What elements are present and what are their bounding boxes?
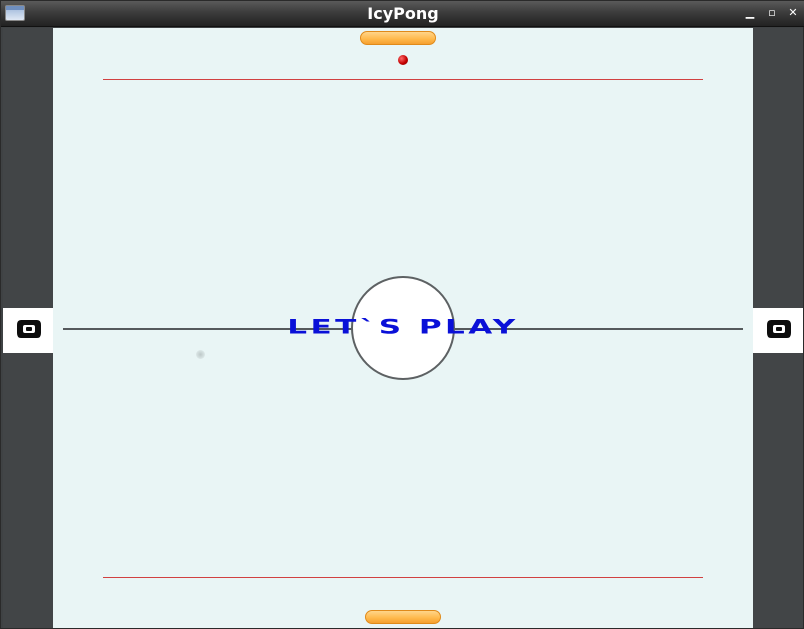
right-goal-box xyxy=(753,308,803,353)
goal-icon xyxy=(17,320,41,338)
opponent-paddle xyxy=(360,31,436,45)
ball-shadow xyxy=(196,350,205,359)
close-button[interactable]: ✕ xyxy=(786,6,800,20)
game-window: IcyPong ▁ ▫ ✕ LET`S PLAY xyxy=(0,0,804,629)
player-paddle[interactable] xyxy=(365,610,441,624)
title-bar[interactable]: IcyPong ▁ ▫ ✕ xyxy=(1,1,804,27)
maximize-button[interactable]: ▫ xyxy=(765,6,779,20)
top-goal-line xyxy=(103,79,703,80)
puck-ball xyxy=(398,55,408,65)
goal-icon xyxy=(767,320,791,338)
bottom-goal-line xyxy=(103,577,703,578)
minimize-button[interactable]: ▁ xyxy=(743,6,757,20)
lets-play-banner: LET`S PLAY xyxy=(287,316,519,339)
window-title: IcyPong xyxy=(367,4,439,23)
left-goal-box xyxy=(3,308,53,353)
